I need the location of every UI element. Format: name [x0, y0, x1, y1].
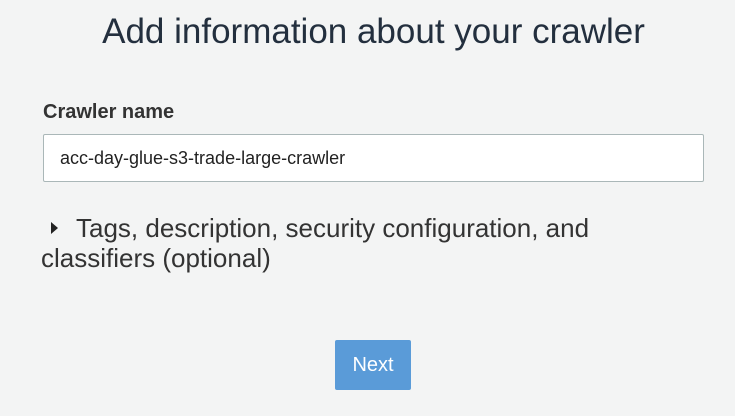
page-title: Add information about your crawler: [102, 12, 645, 51]
optional-settings-toggle[interactable]: Tags, description, security configuratio…: [41, 213, 681, 273]
crawler-name-input[interactable]: [43, 134, 704, 182]
next-button[interactable]: Next: [335, 340, 411, 390]
optional-settings-label: Tags, description, security configuratio…: [41, 213, 590, 273]
caret-right-icon: [51, 222, 58, 234]
crawler-name-label: Crawler name: [43, 101, 175, 123]
